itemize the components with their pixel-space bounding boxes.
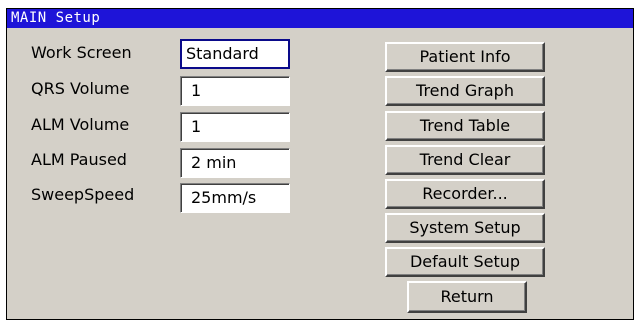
alm-volume-label: ALM Volume — [31, 115, 130, 134]
sweep-speed-label: SweepSpeed — [31, 185, 135, 204]
trend-table-button[interactable]: Trend Table — [385, 111, 545, 141]
alm-volume-field[interactable]: 1 — [180, 112, 290, 142]
sweep-speed-field[interactable]: 25mm/s — [180, 183, 290, 213]
patient-info-button[interactable]: Patient Info — [385, 42, 545, 72]
default-setup-button[interactable]: Default Setup — [385, 247, 545, 277]
return-button[interactable]: Return — [407, 281, 527, 313]
system-setup-button[interactable]: System Setup — [385, 213, 545, 243]
trend-clear-button[interactable]: Trend Clear — [385, 145, 545, 175]
qrs-volume-field[interactable]: 1 — [180, 76, 290, 106]
main-setup-dialog: MAIN Setup Work Screen Standard QRS Volu… — [6, 8, 634, 320]
trend-graph-button[interactable]: Trend Graph — [385, 76, 545, 106]
qrs-volume-label: QRS Volume — [31, 79, 130, 98]
recorder-button[interactable]: Recorder... — [385, 179, 545, 209]
dialog-title: MAIN Setup — [7, 9, 633, 28]
work-screen-label: Work Screen — [31, 43, 132, 62]
alm-paused-field[interactable]: 2 min — [180, 148, 290, 178]
work-screen-select[interactable]: Standard — [180, 39, 290, 69]
alm-paused-label: ALM Paused — [31, 150, 127, 169]
